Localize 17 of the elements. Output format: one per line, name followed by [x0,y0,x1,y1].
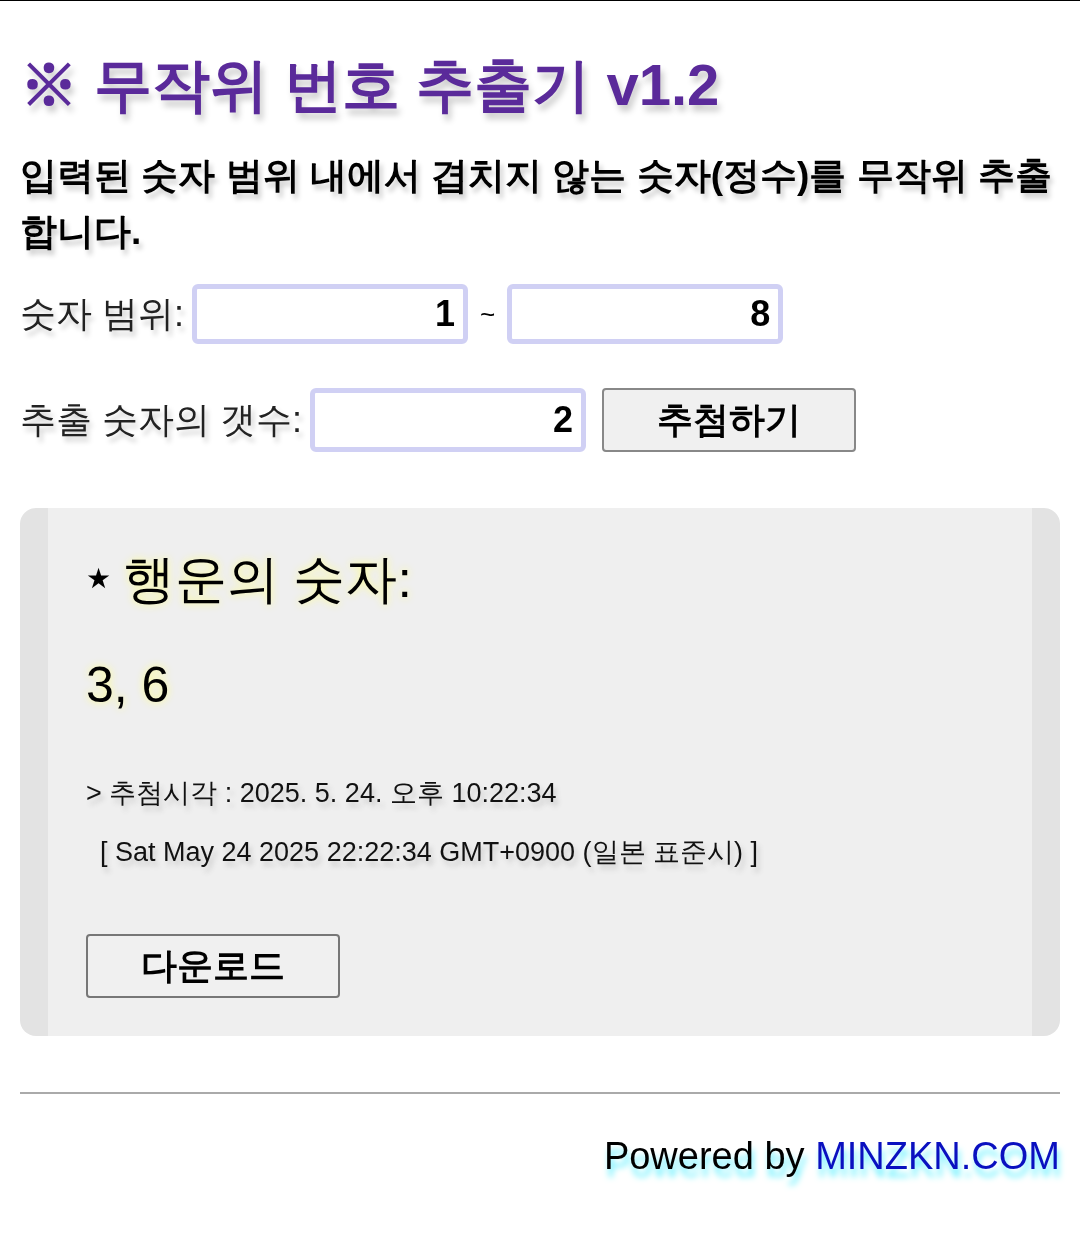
result-heading: 행운의 숫자: [123,549,412,610]
draw-button[interactable]: 추첨하기 [602,388,856,452]
star-icon: ★ [86,558,111,600]
site-link[interactable]: MINZKN.COM [815,1135,1060,1177]
page-title: ※ 무작위 번호 추출기 v1.2 [20,51,721,119]
lucky-numbers: 3, 6 [86,656,170,715]
count-field[interactable]: 2 [310,388,586,452]
range-label: 숫자 범위: [20,292,184,336]
count-label: 추출 숫자의 갯수: [20,398,302,442]
range-start-field[interactable]: 1 [192,284,468,344]
range-end-field[interactable]: 8 [507,284,784,344]
range-separator: ~ [480,297,496,331]
draw-time-full: [ Sat May 24 2025 22:22:34 GMT+0900 (일본 표준시) ] [100,835,759,869]
description: 입력된 숫자 범위 내에서 겹치지 않는 숫자(정수)를 무작위 추출합니다. [20,154,1053,254]
powered-by-text: Powered by MINZKN.COM [603,1134,1060,1179]
download-button[interactable]: 다운로드 [86,934,340,998]
draw-time: > 추첨시각 : 2025. 5. 24. 오후 10:22:34 [86,777,557,810]
